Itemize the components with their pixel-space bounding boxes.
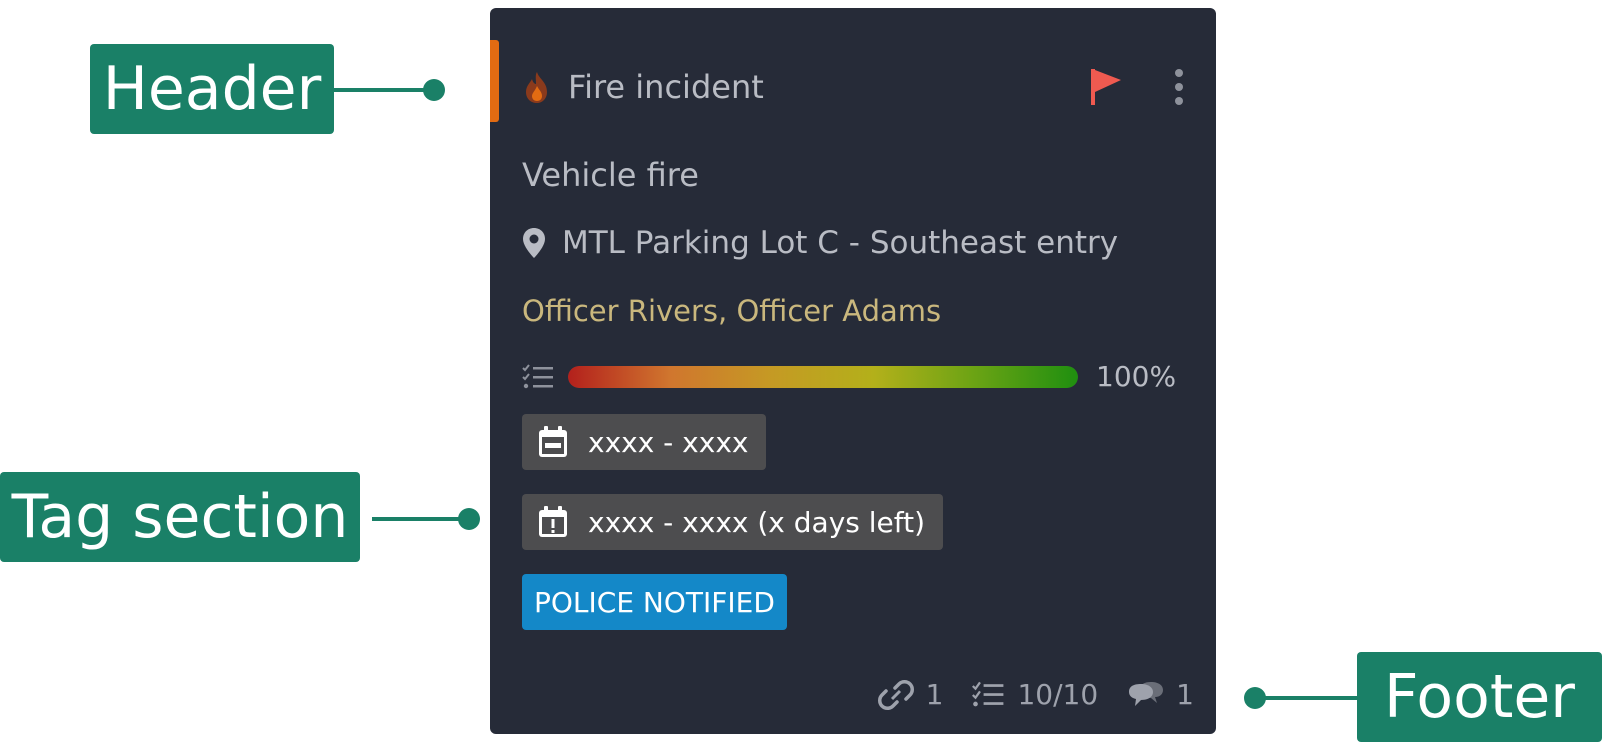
- progress-bar-fill: [568, 365, 1078, 388]
- date-range-tag[interactable]: xxxx - xxxx: [522, 414, 767, 470]
- stage: Header Tag section Footer Fire incident: [0, 0, 1602, 742]
- header-callout: Header: [90, 44, 334, 134]
- due-date-text: xxxx - xxxx (x days left): [588, 505, 926, 539]
- flag-icon[interactable]: [1088, 67, 1124, 107]
- checklist-icon: [522, 363, 553, 388]
- tag-section-callout: Tag section: [0, 472, 360, 562]
- due-date-tag[interactable]: xxxx - xxxx (x days left): [522, 494, 944, 550]
- comments-count-item[interactable]: 1: [1126, 678, 1194, 711]
- card-accent-bar: [490, 40, 499, 122]
- fire-icon: [526, 72, 547, 103]
- location-text: MTL Parking Lot C - Southeast entry: [562, 225, 1119, 261]
- date-range-text: xxxx - xxxx: [588, 425, 749, 459]
- links-count: 1: [925, 678, 944, 711]
- links-count-item[interactable]: 1: [876, 678, 944, 711]
- status-tag[interactable]: POLICE NOTIFIED: [522, 574, 787, 630]
- link-icon: [877, 679, 914, 710]
- header-leader-line: [334, 88, 434, 92]
- card-header: Fire incident: [522, 63, 1194, 111]
- checklist-icon: [972, 681, 1004, 706]
- location-row: MTL Parking Lot C - Southeast entry: [522, 225, 1118, 261]
- progress-label: 100%: [1096, 360, 1177, 393]
- incident-title: Fire incident: [568, 68, 764, 106]
- progress-bar: [568, 365, 1078, 388]
- header-leader-dot: [423, 79, 445, 101]
- checklist-count-item[interactable]: 10/10: [971, 678, 1098, 711]
- location-pin-icon: [523, 228, 545, 258]
- footer-callout: Footer: [1357, 652, 1602, 742]
- calendar-alert-icon: [539, 506, 567, 537]
- assignees: Officer Rivers, Officer Adams: [522, 294, 942, 328]
- footer-leader-dot: [1244, 687, 1266, 709]
- checklist-count: 10/10: [1017, 678, 1099, 711]
- incident-subtitle: Vehicle fire: [522, 156, 699, 194]
- incident-card[interactable]: Fire incident Vehicle fire MTL Parking L…: [490, 8, 1216, 734]
- footer-leader-line: [1252, 696, 1357, 700]
- comments-icon: [1129, 681, 1164, 706]
- calendar-icon: [539, 426, 567, 457]
- card-footer: 1 10/10 1: [876, 678, 1194, 711]
- tag-section-leader-dot: [458, 508, 480, 530]
- tag-section-leader-line: [372, 517, 470, 521]
- progress-row: 100%: [522, 360, 1176, 393]
- comments-count: 1: [1176, 678, 1194, 711]
- kebab-menu-icon[interactable]: [1174, 69, 1184, 105]
